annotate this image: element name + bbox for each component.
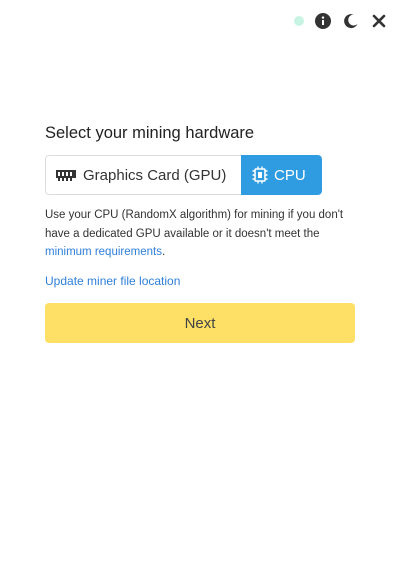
next-button[interactable]: Next: [45, 303, 355, 343]
update-miner-location-link[interactable]: Update miner file location: [45, 274, 180, 288]
info-icon[interactable]: [314, 12, 332, 30]
description-body: Use your CPU (RandomX algorithm) for min…: [45, 209, 344, 240]
cpu-chip-icon: [252, 166, 268, 184]
gpu-option[interactable]: Graphics Card (GPU): [45, 155, 241, 195]
gpu-card-icon: [55, 168, 77, 182]
description-text: Use your CPU (RandomX algorithm) for min…: [45, 206, 360, 262]
close-icon[interactable]: [370, 12, 388, 30]
minimum-requirements-link[interactable]: minimum requirements: [45, 246, 162, 258]
setup-window: Select your mining hardware Graphics Car…: [0, 0, 400, 575]
description-suffix: .: [161, 246, 166, 258]
status-dot: [294, 16, 304, 26]
cpu-option-label: CPU: [274, 166, 306, 184]
page-title: Select your mining hardware: [45, 124, 255, 142]
moon-icon[interactable]: [342, 12, 360, 30]
gpu-option-label: Graphics Card (GPU): [83, 166, 227, 184]
hardware-selector: Graphics Card (GPU) CPU: [45, 155, 322, 195]
top-bar: [294, 12, 388, 30]
cpu-option[interactable]: CPU: [241, 155, 322, 195]
